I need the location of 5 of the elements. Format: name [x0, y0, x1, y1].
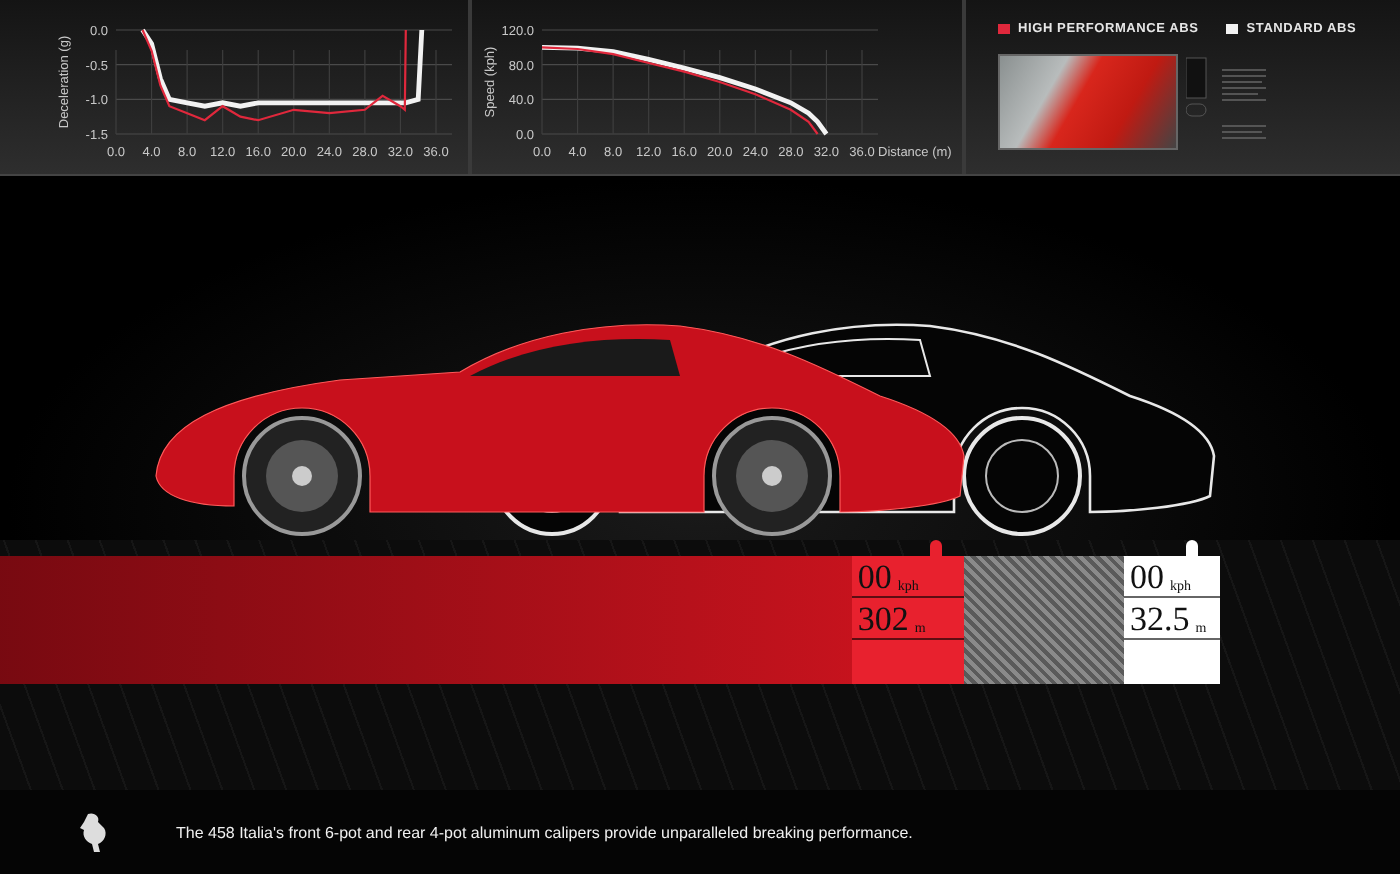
distance-value: 302 [857, 602, 909, 638]
speed-value: 00 [1130, 560, 1164, 596]
speed-value: 00 [857, 560, 892, 596]
caption-text: The 458 Italia's front 6-pot and rear 4-pot aluminum calipers provide unparalleled breaking performance. [176, 823, 913, 841]
distance-value: 32.5 [1130, 602, 1190, 638]
